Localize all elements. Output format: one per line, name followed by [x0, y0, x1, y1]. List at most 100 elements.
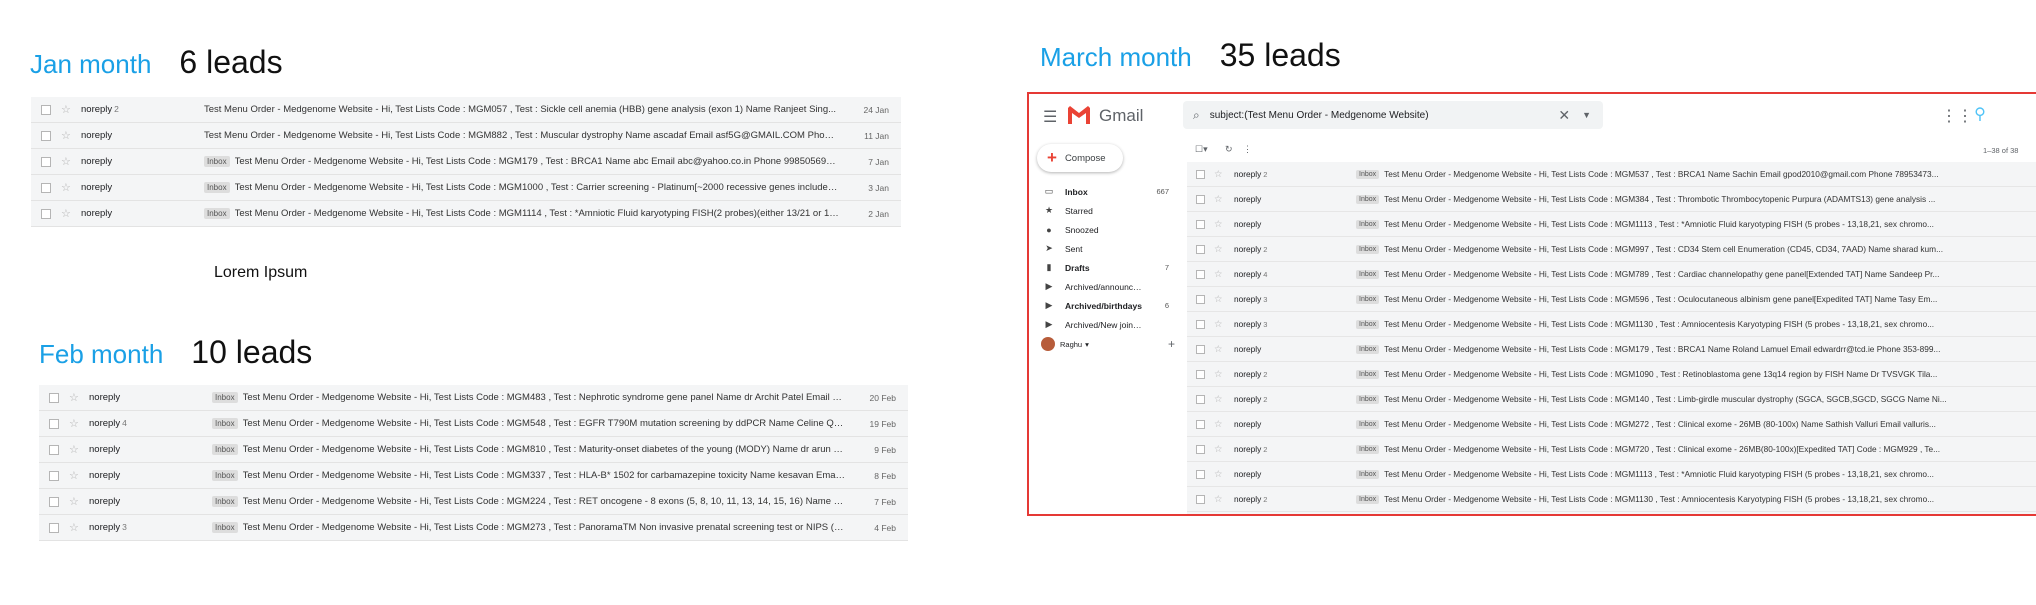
email-row[interactable]: ☆ noreply Inbox Test Menu Order - Medgenome… [31, 175, 901, 201]
star-icon[interactable]: ☆ [1214, 319, 1226, 330]
search-bar[interactable]: ⌕ subject:(Test Menu Order - Medgenome W… [1183, 101, 1603, 129]
row-checkbox[interactable] [41, 130, 51, 141]
star-icon[interactable]: ☆ [69, 391, 83, 404]
march-month-label: March month [1040, 42, 1192, 72]
sidebar-item[interactable]: ★ Starred [1029, 201, 1177, 220]
compose-button[interactable]: + Compose [1037, 144, 1123, 172]
email-row[interactable]: ☆ noreply Inbox Test Menu Order - Medgenome… [39, 463, 908, 489]
star-icon[interactable]: ☆ [1214, 219, 1226, 230]
star-icon[interactable]: ☆ [1214, 419, 1226, 430]
email-row[interactable]: ☆ noreply Inbox Test Menu Order - Medgenome… [1187, 187, 2036, 212]
refresh-icon[interactable]: ↻ [1225, 144, 1233, 155]
row-checkbox[interactable] [1196, 294, 1205, 304]
email-row[interactable]: ☆ noreply Inbox Test Menu Order - Medgenome… [31, 149, 901, 175]
star-icon[interactable]: ☆ [61, 103, 75, 116]
star-icon[interactable]: ☆ [1214, 394, 1226, 405]
star-icon[interactable]: ☆ [1214, 369, 1226, 380]
email-row[interactable]: ☆ noreply 3 Inbox Test Menu Order - Medgenom… [1187, 312, 2036, 337]
user-dropdown-icon[interactable]: ▾ [1085, 340, 1089, 349]
row-checkbox[interactable] [41, 104, 51, 115]
row-checkbox[interactable] [49, 522, 59, 533]
row-checkbox[interactable] [49, 496, 59, 507]
row-checkbox[interactable] [1196, 344, 1205, 354]
row-checkbox[interactable] [1196, 319, 1205, 329]
star-icon[interactable]: ☆ [1214, 269, 1226, 280]
row-checkbox[interactable] [49, 392, 59, 403]
star-icon[interactable]: ☆ [1214, 194, 1226, 205]
star-icon[interactable]: ☆ [69, 521, 83, 534]
row-checkbox[interactable] [1196, 444, 1205, 454]
star-icon[interactable]: ☆ [61, 129, 75, 142]
star-icon[interactable]: ☆ [1214, 469, 1226, 480]
sidebar-item[interactable]: ➤ Sent [1029, 239, 1177, 258]
row-checkbox[interactable] [1196, 219, 1205, 229]
search-options-icon[interactable]: ▼ [1582, 110, 1591, 120]
email-row[interactable]: ☆ noreply 2 Inbox Test Menu Order - Medgenom… [1187, 437, 2036, 462]
star-icon[interactable]: ☆ [61, 207, 75, 220]
sidebar-item[interactable]: ▮ Drafts 7 [1029, 258, 1177, 277]
email-row[interactable]: ☆ noreply Inbox Test Menu Order - Medgenome… [1187, 412, 2036, 437]
sidebar-item[interactable]: ▶ Archived/birthdays 6 [1029, 296, 1177, 315]
row-checkbox[interactable] [1196, 269, 1205, 279]
star-icon[interactable]: ☆ [61, 181, 75, 194]
search-icon[interactable]: ⌕ [1193, 108, 1200, 123]
star-icon[interactable]: ☆ [1214, 169, 1226, 180]
email-row[interactable]: ☆ noreply 2 Inbox Test Menu Order - Medgenom… [1187, 162, 2036, 187]
row-checkbox[interactable] [1196, 369, 1205, 379]
row-checkbox[interactable] [1196, 194, 1205, 204]
email-row[interactable]: ☆ noreply Inbox Test Menu Order - Medgenome… [1187, 462, 2036, 487]
email-row[interactable]: ☆ noreply Inbox Test Menu Order - Medgenome… [1187, 212, 2036, 237]
email-row[interactable]: ☆ noreply Inbox Test Menu Order - Medgenome… [39, 385, 908, 411]
sidebar-item[interactable]: ▭ Inbox 667 [1029, 182, 1177, 201]
row-checkbox[interactable] [1196, 419, 1205, 429]
email-row[interactable]: ☆ noreply 3 Inbox Test Menu Order - Medgenom… [1187, 287, 2036, 312]
email-row[interactable]: ☆ noreply Test Menu Order - Medgenome Webs… [31, 123, 901, 149]
email-row[interactable]: ☆ noreply 2 Inbox Test Menu Order - Medgenom… [1187, 487, 2036, 512]
search-input[interactable]: subject:(Test Menu Order - Medgenome Web… [1210, 110, 1559, 121]
row-checkbox[interactable] [1196, 394, 1205, 404]
star-icon[interactable]: ☆ [69, 469, 83, 482]
email-row[interactable]: ☆ noreply Inbox Test Menu Order - Medgenome… [39, 489, 908, 515]
clear-search-icon[interactable]: ✕ [1558, 107, 1570, 124]
more-options-icon[interactable]: ⋮ [1243, 144, 1252, 155]
row-checkbox[interactable] [49, 418, 59, 429]
star-icon[interactable]: ☆ [1214, 294, 1226, 305]
row-checkbox[interactable] [1196, 469, 1205, 479]
email-row[interactable]: ☆ noreply Inbox Test Menu Order - Medgenome… [31, 201, 901, 227]
email-row[interactable]: ☆ noreply 2 Inbox Test Menu Order - Medgenom… [1187, 237, 2036, 262]
star-icon[interactable]: ☆ [69, 495, 83, 508]
row-checkbox[interactable] [49, 470, 59, 481]
row-checkbox[interactable] [1196, 494, 1205, 504]
row-checkbox[interactable] [1196, 244, 1205, 254]
star-icon[interactable]: ☆ [69, 417, 83, 430]
sidebar-item[interactable]: ▶ Archived/announcemen... [1029, 277, 1177, 296]
email-row[interactable]: ☆ noreply Inbox Test Menu Order - Medgenome… [1187, 337, 2036, 362]
email-row[interactable]: ☆ noreply Inbox Test Menu Order - Medgenome… [39, 437, 908, 463]
sidebar-item[interactable]: ● Snoozed [1029, 220, 1177, 239]
account-icon[interactable]: ⚲ [1969, 104, 1991, 126]
email-row[interactable]: ☆ noreply 3 Inbox Test Menu Order - Medgenom… [39, 515, 908, 541]
row-checkbox[interactable] [41, 208, 51, 219]
email-row[interactable]: ☆noreply4InboxTest Menu Order - Medgenom… [39, 411, 908, 437]
select-all-checkbox[interactable]: ☐▾ [1195, 144, 1208, 155]
add-contact-icon[interactable]: + [1168, 337, 1175, 351]
row-checkbox[interactable] [41, 156, 51, 167]
star-icon[interactable]: ☆ [69, 443, 83, 456]
star-icon[interactable]: ☆ [61, 155, 75, 168]
email-row[interactable]: ☆ noreply 2 Test Menu Order - Medgenome Web… [31, 97, 901, 123]
row-checkbox[interactable] [49, 444, 59, 455]
star-icon[interactable]: ☆ [1214, 444, 1226, 455]
star-icon[interactable]: ☆ [1214, 244, 1226, 255]
row-checkbox[interactable] [41, 182, 51, 193]
email-row[interactable]: ☆ noreply 2 Inbox Test Menu Order - Medgenom… [1187, 362, 2036, 387]
star-icon[interactable]: ☆ [1214, 494, 1226, 505]
sender-name: noreply [89, 496, 121, 507]
sidebar-item[interactable]: ▶ Archived/New joinee ... [1029, 315, 1177, 334]
star-icon[interactable]: ☆ [1214, 344, 1226, 355]
email-row[interactable]: ☆noreply4InboxTest Menu Order - Medgenom… [1187, 512, 2036, 514]
email-row[interactable]: ☆noreply4InboxTest Menu Order - Medgenom… [1187, 262, 2036, 287]
email-row[interactable]: ☆ noreply 2 Inbox Test Menu Order - Medgenom… [1187, 387, 2036, 412]
hamburger-menu-icon[interactable]: ☰ [1043, 107, 1057, 127]
row-checkbox[interactable] [1196, 169, 1205, 179]
hangouts-user[interactable]: Raghu ▾ + [1041, 337, 1175, 351]
